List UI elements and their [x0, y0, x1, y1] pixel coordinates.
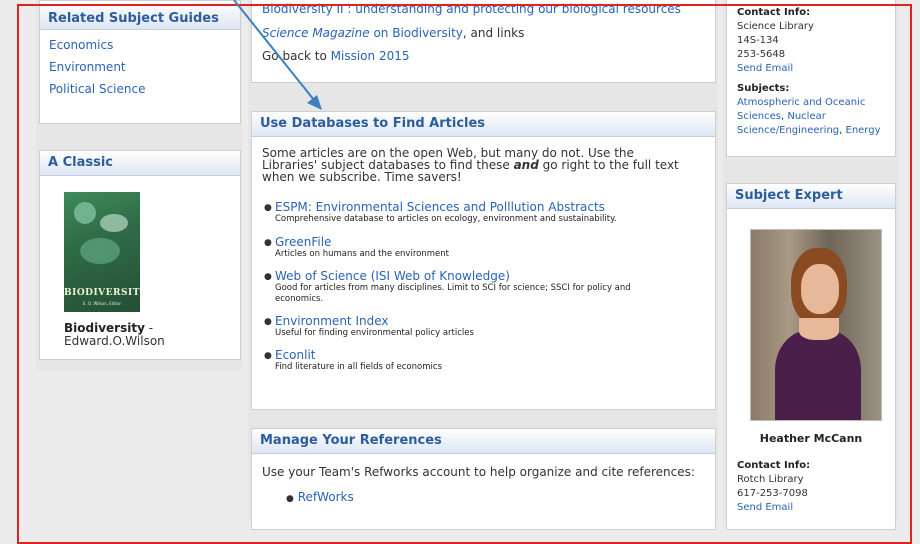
- go-back-text: Go back to: [262, 49, 331, 63]
- list-item: ● ESPM: Environmental Sciences and Polll…: [258, 201, 678, 225]
- related-guide-political-science[interactable]: Political Science: [49, 82, 231, 96]
- and-links-text: , and links: [462, 26, 525, 40]
- expert-location: Rotch Library: [737, 474, 804, 485]
- science-magazine-link[interactable]: Science Magazine on Biodiversity: [262, 26, 463, 40]
- mission-2015-link[interactable]: Mission 2015: [331, 49, 410, 63]
- contact-box: Contact Info: Science Library 14S-134 25…: [726, 0, 896, 157]
- expert-name: Heather McCann: [759, 432, 863, 445]
- refworks-link[interactable]: RefWorks: [298, 490, 354, 504]
- web-of-science-desc: Good for articles from many disciplines.…: [275, 283, 631, 304]
- expert-phone: 617-253-7098: [737, 488, 808, 499]
- contact-location: Science Library: [737, 21, 814, 32]
- classic-title: A Classic: [40, 151, 240, 176]
- econlit-desc: Find literature in all fields of economi…: [275, 362, 442, 372]
- expert-send-email-link[interactable]: Send Email: [737, 502, 793, 513]
- book-author-sep: -: [144, 321, 154, 335]
- references-title: Manage Your References: [252, 429, 715, 454]
- contact-room: 14S-134: [737, 35, 779, 46]
- database-list: ● ESPM: Environmental Sciences and Polll…: [258, 201, 678, 385]
- book-title: Biodiversity: [64, 321, 145, 335]
- book-cover-author: E. O. Wilson, Editor: [82, 301, 122, 306]
- expert-photo: [750, 229, 882, 421]
- espm-link[interactable]: ESPM: Environmental Sciences and Polllut…: [275, 201, 678, 214]
- contact-label: Contact Info:: [737, 7, 811, 18]
- book-cover-image[interactable]: BIODIVERSITY E. O. Wilson, Editor: [64, 192, 140, 312]
- send-email-link[interactable]: Send Email: [737, 63, 793, 74]
- references-text: Use your Team's Refworks account to help…: [262, 465, 695, 479]
- subject-expert-title: Subject Expert: [727, 184, 895, 209]
- bullet-icon: ●: [264, 203, 272, 213]
- bullet-icon: ●: [286, 494, 294, 504]
- list-item: ● Web of Science (ISI Web of Knowledge) …: [258, 270, 678, 305]
- science-magazine-title: Science Magazine: [262, 26, 370, 40]
- related-guides-box: Related Subject Guides Economics Environ…: [39, 0, 241, 124]
- greenfile-link[interactable]: GreenFile: [275, 236, 678, 249]
- science-magazine-link-rest: on Biodiversity: [369, 26, 463, 40]
- subject-energy-link[interactable]: Energy: [846, 125, 881, 136]
- databases-intro: Some articles are on the open Web, but m…: [262, 147, 692, 183]
- book-cover-title: BIODIVERSITY: [64, 288, 140, 298]
- biodiversity-ii-link[interactable]: Biodiversity II : understanding and prot…: [262, 2, 681, 16]
- web-of-science-link[interactable]: Web of Science (ISI Web of Knowledge): [275, 270, 678, 283]
- intro-emphasis: and: [513, 158, 539, 172]
- list-item: ● Environment Index Useful for finding e…: [258, 315, 678, 339]
- econlit-link[interactable]: Econlit: [275, 349, 678, 362]
- expert-contact-label: Contact Info:: [737, 460, 811, 471]
- related-guide-economics[interactable]: Economics: [49, 38, 231, 52]
- classic-box: A Classic BIODIVERSITY E. O. Wilson, Edi…: [39, 150, 241, 360]
- bullet-icon: ●: [264, 317, 272, 327]
- espm-desc: Comprehensive database to articles on ec…: [275, 214, 617, 224]
- list-item: ● GreenFile Articles on humans and the e…: [258, 236, 678, 260]
- environment-index-link[interactable]: Environment Index: [275, 315, 678, 328]
- databases-box: Use Databases to Find Articles Some arti…: [251, 111, 716, 410]
- contact-phone: 253-5648: [737, 49, 786, 60]
- subjects-label: Subjects:: [737, 83, 790, 94]
- bullet-icon: ●: [264, 351, 272, 361]
- related-guides-title: Related Subject Guides: [40, 1, 240, 30]
- bullet-icon: ●: [264, 238, 272, 248]
- subject-expert-box: Subject Expert Heather McCann Contact In…: [726, 183, 896, 530]
- related-guide-environment[interactable]: Environment: [49, 60, 231, 74]
- list-item: ● Econlit Find literature in all fields …: [258, 349, 678, 373]
- book-author: Edward.O.Wilson: [64, 334, 165, 348]
- databases-title: Use Databases to Find Articles: [252, 112, 715, 137]
- links-box: Biodiversity II : understanding and prot…: [251, 0, 716, 83]
- greenfile-desc: Articles on humans and the environment: [275, 249, 449, 259]
- bullet-icon: ●: [264, 272, 272, 282]
- environment-index-desc: Useful for finding environmental policy …: [275, 328, 474, 338]
- references-box: Manage Your References Use your Team's R…: [251, 428, 716, 530]
